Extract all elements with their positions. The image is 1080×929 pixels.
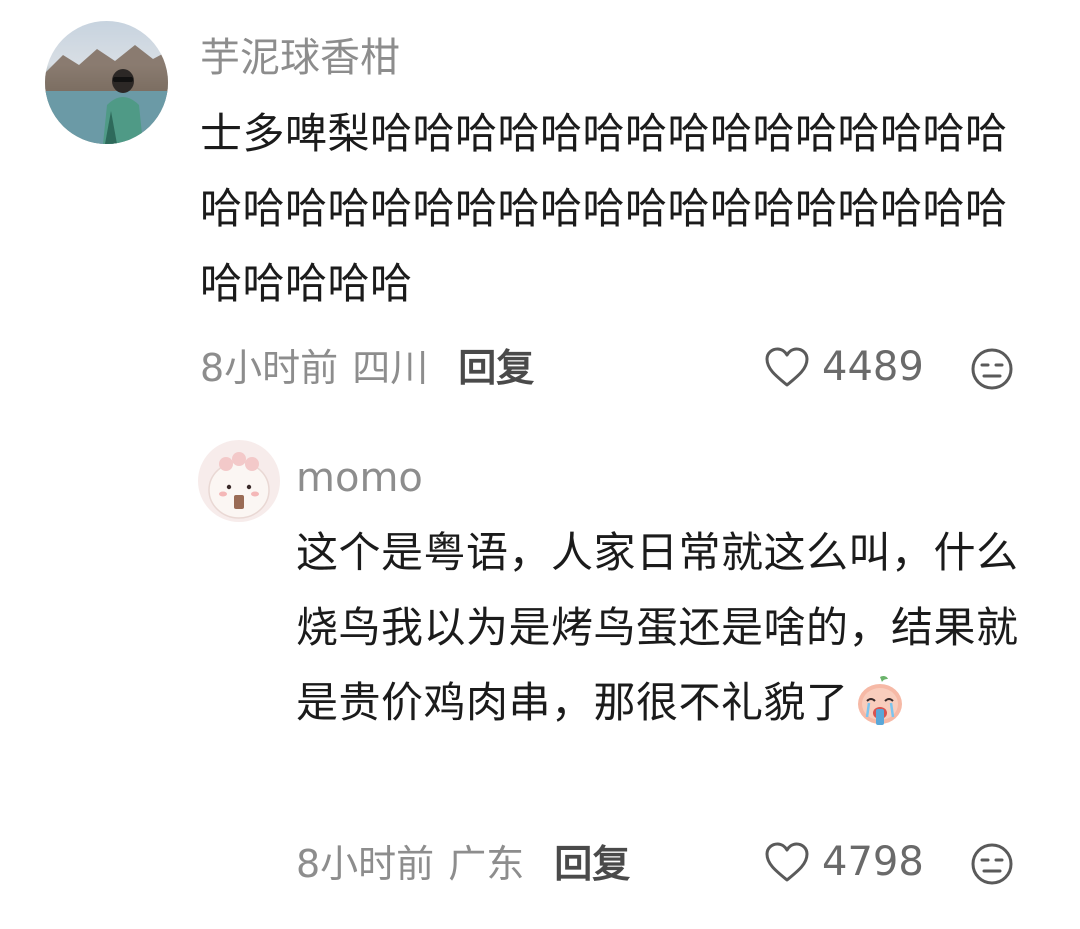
reply-button[interactable]: 回复 bbox=[458, 349, 534, 387]
meh-face-icon bbox=[971, 348, 1013, 390]
comment-text-body: 这个是粤语，人家日常就这么叫，什么烧鸟我以为是烤鸟蛋还是啥的，结果就是贵价鸡肉串… bbox=[296, 528, 1019, 727]
comment-text: 这个是粤语，人家日常就这么叫，什么烧鸟我以为是烤鸟蛋还是啥的，结果就是贵价鸡肉串… bbox=[296, 515, 1036, 740]
crying-drinking-sticker-icon bbox=[853, 673, 907, 727]
dislike-button[interactable] bbox=[970, 347, 1014, 391]
like-button[interactable]: 4489 bbox=[764, 346, 924, 388]
comment-text: 士多啤梨哈哈哈哈哈哈哈哈哈哈哈哈哈哈哈哈哈哈哈哈哈哈哈哈哈哈哈哈哈哈哈哈哈哈哈哈… bbox=[200, 109, 1008, 308]
comment-meta: 8小时前 四川 回复 bbox=[200, 349, 534, 387]
avatar[interactable] bbox=[198, 440, 280, 522]
like-count: 4798 bbox=[822, 839, 924, 885]
heart-outline-icon bbox=[765, 347, 809, 387]
location: 四川 bbox=[352, 346, 429, 390]
cartoon-avatar-icon bbox=[208, 452, 270, 519]
user-photo-avatar-icon bbox=[45, 45, 168, 144]
avatar[interactable] bbox=[45, 21, 168, 144]
location: 广东 bbox=[448, 842, 525, 886]
timestamp: 8小时前 bbox=[200, 346, 339, 390]
reply-button[interactable]: 回复 bbox=[554, 845, 630, 883]
username[interactable]: 芋泥球香柑 bbox=[200, 38, 400, 78]
heart-outline-icon bbox=[765, 842, 809, 882]
comment-meta: 8小时前 广东 回复 bbox=[296, 845, 630, 883]
like-count: 4489 bbox=[822, 344, 924, 390]
username[interactable]: momo bbox=[296, 458, 423, 498]
like-button[interactable]: 4798 bbox=[764, 841, 924, 883]
meh-face-icon bbox=[971, 843, 1013, 885]
dislike-button[interactable] bbox=[970, 842, 1014, 886]
timestamp: 8小时前 bbox=[296, 842, 435, 886]
